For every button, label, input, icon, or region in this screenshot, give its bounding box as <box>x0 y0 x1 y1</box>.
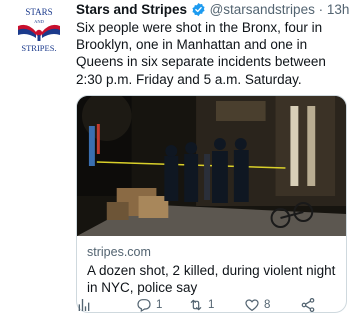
avatar-text-top: STARS <box>25 7 52 17</box>
action-bar: 1 1 8 <box>76 297 346 315</box>
analytics-icon <box>78 299 90 311</box>
share-icon <box>301 298 315 312</box>
like-button[interactable]: 8 <box>244 297 270 313</box>
avatar-text-mid: AND <box>34 19 44 24</box>
tweet-header: Stars and Stripes @starsandstripes · 13h <box>76 1 349 18</box>
reply-icon <box>137 299 151 313</box>
analytics-button[interactable] <box>76 297 92 313</box>
stars-and-stripes-logo: STARS AND STRIPES. <box>18 7 60 53</box>
reply-count: 1 <box>156 299 163 311</box>
tweet-text: Six people were shot in the Bronx, four … <box>76 20 326 87</box>
card-title: A dozen shot, 2 killed, during violent n… <box>87 262 336 296</box>
tweet[interactable]: Stars and Stripes @starsandstripes · 13h… <box>76 0 349 313</box>
tweet-time[interactable]: 13h <box>327 2 350 17</box>
link-card[interactable]: stripes.com A dozen shot, 2 killed, duri… <box>76 94 347 313</box>
reply-button[interactable]: 1 <box>136 297 162 313</box>
share-button[interactable] <box>300 297 316 313</box>
retweet-icon <box>190 299 202 311</box>
author-name[interactable]: Stars and Stripes <box>76 2 187 17</box>
avatar[interactable]: STARS AND STRIPES. <box>14 4 64 54</box>
retweet-count: 1 <box>208 299 215 311</box>
verified-badge-icon <box>192 2 205 17</box>
avatar-text-bottom: STRIPES. <box>21 43 56 53</box>
like-count: 8 <box>264 299 271 311</box>
author-handle[interactable]: @starsandstripes <box>210 2 315 17</box>
card-image <box>77 95 346 236</box>
retweet-button[interactable]: 1 <box>188 297 214 313</box>
like-icon <box>245 299 259 312</box>
card-domain: stripes.com <box>87 244 151 259</box>
header-separator: · <box>318 2 324 17</box>
avatar-wings <box>18 24 60 41</box>
